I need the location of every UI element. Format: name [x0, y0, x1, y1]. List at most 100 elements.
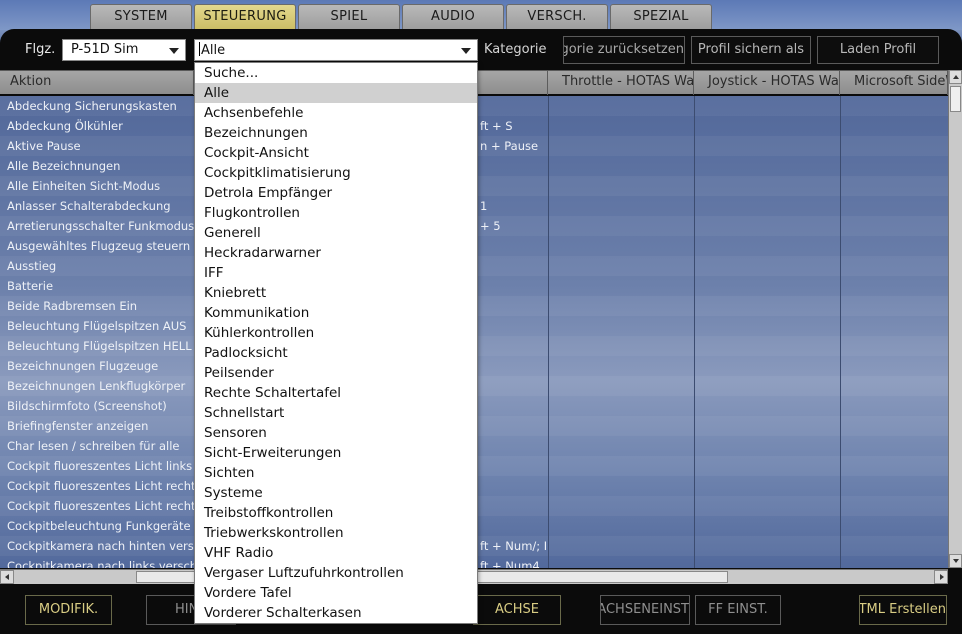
action-cell: Anlasser Schalterabdeckung [7, 199, 171, 213]
column-header-joystick[interactable]: Joystick - HOTAS Warthog [694, 71, 840, 95]
action-cell: Beleuchtung Flügelspitzen HELL [7, 339, 192, 353]
tab-versch[interactable]: VERSCH. [506, 4, 608, 30]
keyboard-cell[interactable]: ft + Num4 [480, 559, 546, 568]
dropdown-item[interactable]: Vorderer Schalterkasen [195, 603, 477, 623]
column-divider [840, 96, 841, 568]
dropdown-item[interactable]: Peilsender [195, 363, 477, 383]
action-cell: Alle Einheiten Sicht-Modus [7, 179, 161, 193]
keyboard-cell[interactable]: + 5 [480, 219, 546, 233]
vertical-scroll-thumb[interactable] [950, 86, 961, 112]
vertical-scrollbar[interactable] [948, 70, 962, 568]
dropdown-item[interactable]: Alle [195, 83, 477, 103]
tab-spezial[interactable]: SPEZIAL [610, 4, 712, 30]
action-cell: Char lesen / schreiben für alle [7, 439, 180, 453]
scroll-left-button[interactable] [0, 570, 14, 584]
dropdown-item[interactable]: Flugkontrollen [195, 203, 477, 223]
dropdown-item[interactable]: Padlocksicht [195, 343, 477, 363]
action-cell: Briefingfenster anzeigen [7, 419, 149, 433]
dropdown-item[interactable]: Schnellstart [195, 403, 477, 423]
save-profile-button[interactable]: Profil sichern als [691, 36, 811, 64]
dropdown-item[interactable]: Sicht-Erweiterungen [195, 443, 477, 463]
dropdown-item[interactable]: Vordere Tafel [195, 583, 477, 603]
tab-steuerung[interactable]: STEUERUNG [194, 4, 296, 30]
dropdown-item[interactable]: Kniebrett [195, 283, 477, 303]
category-dropdown-list: Suche... Alle Achsenbefehle Bezeichnungen Co… [194, 62, 478, 624]
chevron-down-icon[interactable] [169, 48, 179, 54]
arrow-right-icon [940, 574, 944, 580]
dropdown-item[interactable]: Achsenbefehle [195, 103, 477, 123]
column-header-sidewinder[interactable]: Microsoft SideWinder [840, 71, 948, 95]
dropdown-item[interactable]: Generell [195, 223, 477, 243]
ff-settings-button[interactable]: FF EINST. [695, 595, 781, 625]
dropdown-item[interactable]: IFF [195, 263, 477, 283]
action-cell: Batterie [7, 279, 54, 293]
dropdown-item[interactable]: Vergaser Luftzufuhrkontrollen [195, 563, 477, 583]
tab-spiel[interactable]: SPIEL [298, 4, 400, 30]
tab-system[interactable]: SYSTEM [90, 4, 192, 30]
action-cell: Beleuchtung Flügelspitzen AUS [7, 319, 187, 333]
reset-category-button[interactable]: Kategorie zurücksetzen [563, 36, 685, 64]
dropdown-item[interactable]: Cockpitklimatisierung [195, 163, 477, 183]
action-cell: Beide Radbremsen Ein [7, 299, 138, 313]
html-create-button[interactable]: HTML Erstellen [859, 595, 947, 625]
action-cell: Arretierungsschalter Funkmodusschalter [7, 219, 194, 233]
scroll-right-button[interactable] [934, 570, 948, 584]
dropdown-item[interactable]: Sensoren [195, 423, 477, 443]
arrow-left-icon [5, 574, 9, 580]
tab-audio[interactable]: AUDIO [402, 4, 504, 30]
column-header-throttle[interactable]: Throttle - HOTAS Warthog [548, 71, 694, 95]
dropdown-item[interactable]: Kommunikation [195, 303, 477, 323]
modifiers-button[interactable]: MODIFIK. [25, 595, 112, 625]
dropdown-item[interactable]: Systeme [195, 483, 477, 503]
dropdown-item[interactable]: Treibstoffkontrollen [195, 503, 477, 523]
action-cell: Bezeichnungen Lenkflugkörper [7, 379, 186, 393]
action-cell: Cockpit fluoreszentes Licht rechts aus [7, 499, 194, 513]
html-create-label: HTML Erstellen [859, 602, 946, 617]
action-cell: Aktive Pause [7, 139, 81, 153]
chevron-down-icon[interactable] [461, 48, 471, 54]
dropdown-item[interactable]: Kühlerkontrollen [195, 323, 477, 343]
text-caret [199, 42, 200, 56]
action-cell: Cockpitbeleuchtung Funkgeräte ein [7, 519, 194, 533]
dropdown-search-item[interactable]: Suche... [195, 63, 477, 83]
column-divider [694, 96, 695, 568]
column-header-action[interactable]: Aktion [0, 71, 194, 95]
action-cell: Cockpit fluoreszentes Licht rechts ein [7, 479, 194, 493]
action-cell: Cockpitkamera nach links verschieben [7, 559, 194, 568]
axis-settings-label: ACHSENEINST. [600, 602, 689, 617]
dropdown-item[interactable]: VHF Radio [195, 543, 477, 563]
keyboard-cell[interactable]: 1 [480, 199, 546, 213]
options-window: SYSTEM STEUERUNG SPIEL AUDIO VERSCH. SPE… [0, 0, 962, 634]
scroll-down-button[interactable] [949, 554, 962, 568]
action-cell: Alle Bezeichnungen [7, 159, 121, 173]
dropdown-item[interactable]: Cockpit-Ansicht [195, 143, 477, 163]
dropdown-item[interactable]: Detrola Empfänger [195, 183, 477, 203]
dropdown-item[interactable]: Triebwerkskontrollen [195, 523, 477, 543]
dropdown-item[interactable]: Heckradarwarner [195, 243, 477, 263]
category-select-value: Alle [201, 43, 226, 58]
action-cell: Ausgewähltes Flugzeug steuern [7, 239, 191, 253]
action-cell: Bildschirmfoto (Screenshot) [7, 399, 167, 413]
axis-button[interactable]: ACHSE [473, 595, 561, 625]
scroll-up-button[interactable] [949, 70, 962, 84]
category-label: Kategorie [484, 42, 547, 57]
column-divider [548, 96, 549, 568]
aircraft-select[interactable]: P-51D Sim [62, 39, 186, 61]
axis-settings-button[interactable]: ACHSENEINST. [600, 595, 690, 625]
reset-category-label: Kategorie zurücksetzen [563, 42, 684, 57]
tab-bar: SYSTEM STEUERUNG SPIEL AUDIO VERSCH. SPE… [90, 4, 714, 30]
aircraft-label: Flgz. [25, 42, 56, 57]
action-cell: Cockpitkamera nach hinten verschieben [7, 539, 194, 553]
arrow-up-icon [953, 75, 959, 79]
category-select[interactable]: Alle [194, 39, 478, 61]
keyboard-cell[interactable]: n + Pause [480, 139, 546, 153]
action-cell: Abdeckung Ölkühler [7, 119, 123, 133]
load-profile-button[interactable]: Laden Profil [817, 36, 939, 64]
keyboard-cell[interactable]: ft + Num/; R [480, 539, 546, 553]
dropdown-item[interactable]: Bezeichnungen [195, 123, 477, 143]
dropdown-item[interactable]: Sichten [195, 463, 477, 483]
dropdown-item[interactable]: Rechte Schaltertafel [195, 383, 477, 403]
action-cell: Abdeckung Sicherungskasten [7, 99, 177, 113]
arrow-down-icon [953, 559, 959, 563]
keyboard-cell[interactable]: ft + S [480, 119, 546, 133]
